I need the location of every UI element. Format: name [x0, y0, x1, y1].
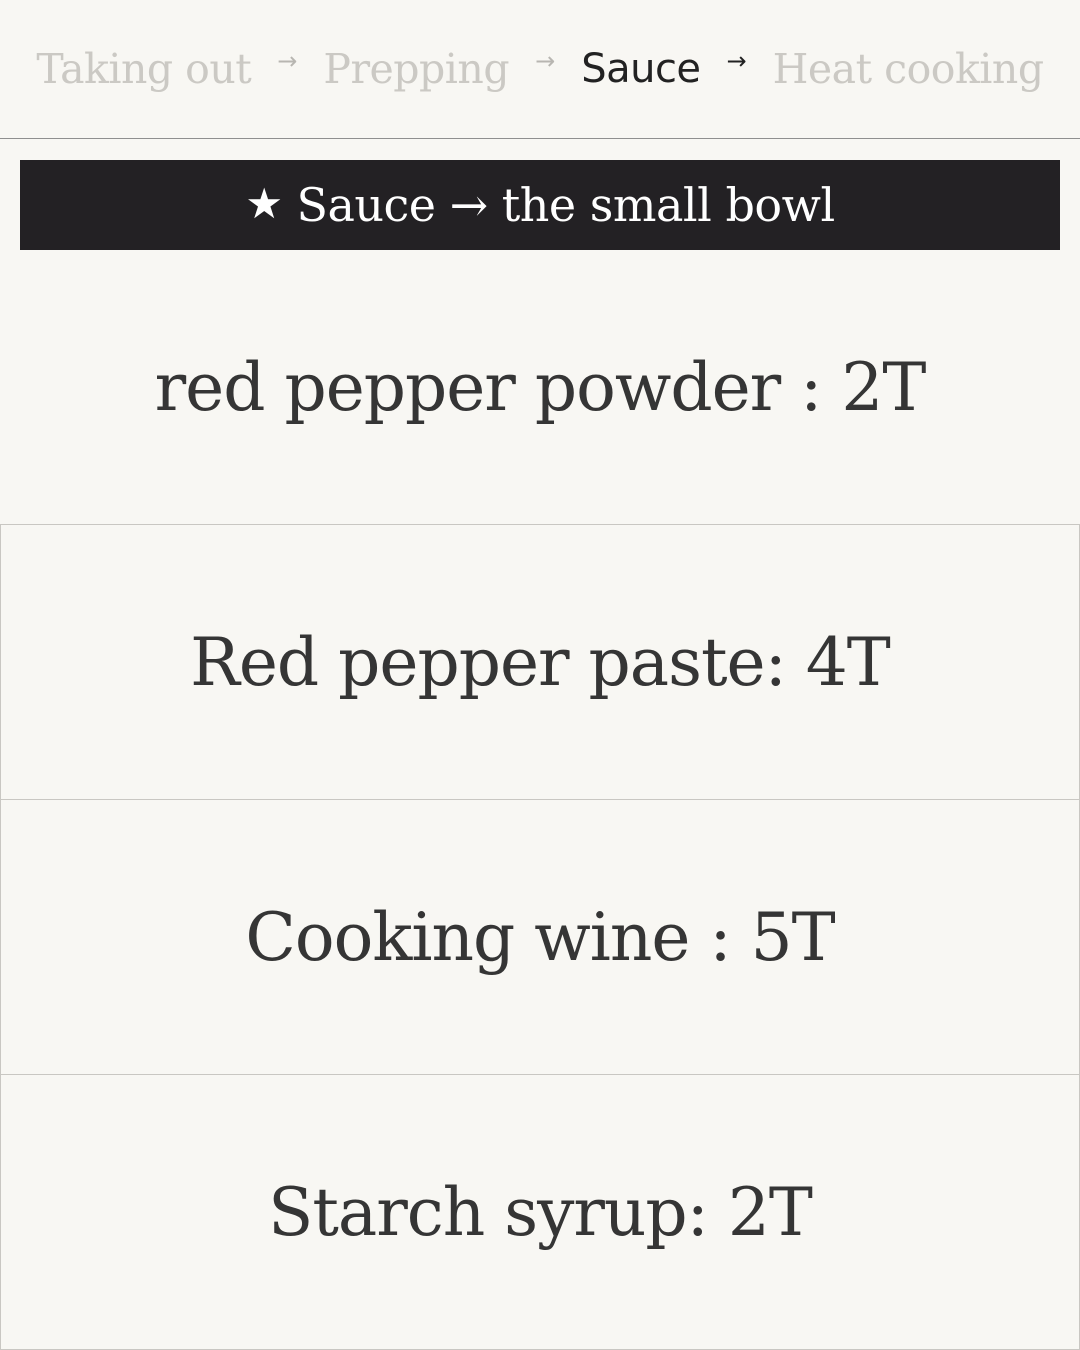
arrow-right-icon: →: [726, 47, 747, 75]
step-taking-out: Taking out: [36, 45, 252, 93]
banner-text: Sauce → the small bowl: [296, 178, 835, 232]
ingredient-row: red pepper powder : 2T: [0, 250, 1080, 525]
arrow-right-icon: →: [277, 47, 298, 75]
step-progress: Taking out → Prepping → Sauce → Heat coo…: [0, 0, 1080, 139]
step-prepping: Prepping: [323, 45, 510, 93]
section-banner: ★ Sauce → the small bowl: [20, 160, 1060, 250]
star-icon: ★: [245, 178, 283, 228]
ingredient-row: Cooking wine : 5T: [0, 800, 1080, 1075]
step-sauce: Sauce: [581, 46, 701, 92]
ingredient-row: Red pepper paste: 4T: [0, 525, 1080, 800]
arrow-right-icon: →: [535, 47, 556, 75]
ingredient-row: Starch syrup: 2T: [0, 1075, 1080, 1350]
ingredient-list: red pepper powder : 2T Red pepper paste:…: [0, 250, 1080, 1350]
step-heat-cooking: Heat cooking: [772, 45, 1044, 93]
